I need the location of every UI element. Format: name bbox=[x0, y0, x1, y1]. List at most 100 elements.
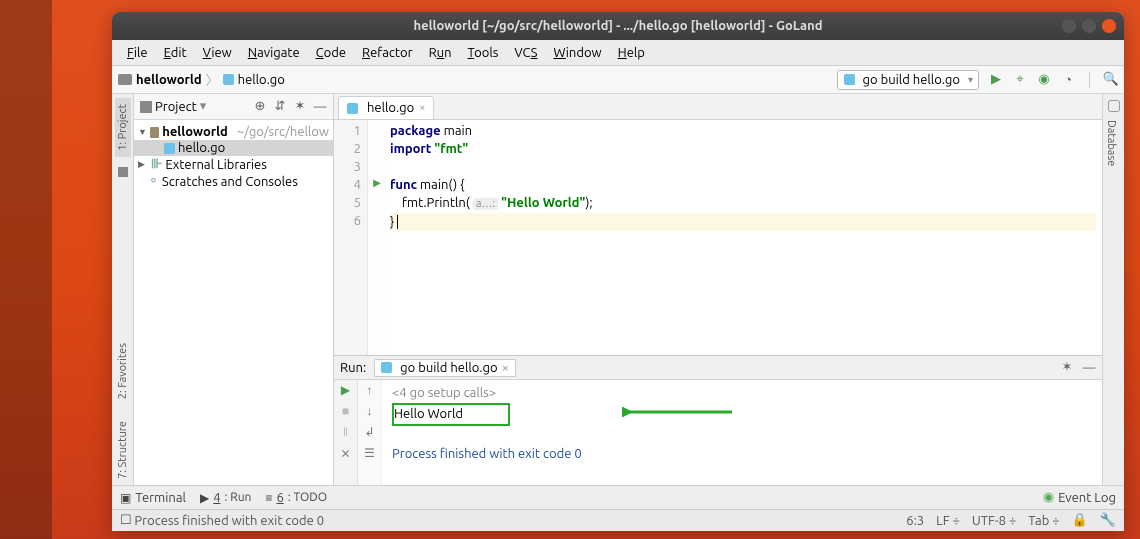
breadcrumb-project[interactable]: helloworld bbox=[136, 73, 202, 87]
go-file-icon bbox=[223, 74, 234, 85]
debug-icon[interactable]: ⌖ bbox=[1013, 73, 1027, 87]
tree-scratches[interactable]: ⚬Scratches and Consoles bbox=[134, 173, 333, 190]
line-num: 3 bbox=[334, 158, 361, 176]
run-config-select[interactable]: go build hello.go bbox=[837, 70, 979, 90]
close-button[interactable] bbox=[1102, 19, 1116, 33]
tree-scratch-label: Scratches and Consoles bbox=[162, 175, 298, 189]
line-num: 1 bbox=[334, 122, 361, 140]
tree-root[interactable]: ▼helloworld ~/go/src/hellow bbox=[134, 124, 333, 140]
line-num: 6 bbox=[334, 212, 361, 230]
tab-project[interactable]: 1: Project bbox=[115, 98, 131, 157]
caret-position[interactable]: 6:3 bbox=[906, 514, 924, 528]
database-icon[interactable] bbox=[1108, 100, 1120, 112]
separator bbox=[1089, 72, 1090, 88]
run-config-label: go build hello.go bbox=[863, 73, 960, 87]
menu-window[interactable]: Window bbox=[546, 44, 608, 62]
tab-icon[interactable] bbox=[118, 167, 128, 177]
menu-help[interactable]: Help bbox=[611, 44, 652, 62]
menu-tools[interactable]: Tools bbox=[461, 44, 506, 62]
coverage-icon[interactable]: ◉ bbox=[1037, 73, 1051, 87]
annotation-arrow bbox=[622, 398, 742, 428]
string: "Hello World" bbox=[501, 196, 585, 210]
scroll-icon[interactable]: ☰ bbox=[364, 446, 375, 460]
titlebar: helloworld [~/go/src/helloworld] - .../h… bbox=[112, 12, 1124, 40]
line-num: 5 bbox=[334, 194, 361, 212]
menubar: File Edit View Navigate Code Refactor Ru… bbox=[112, 40, 1124, 66]
menu-navigate[interactable]: Navigate bbox=[241, 44, 307, 62]
minimize-button[interactable] bbox=[1062, 19, 1076, 33]
code-area[interactable]: package main import "fmt" func main() { … bbox=[386, 120, 1102, 355]
tab-structure[interactable]: 7: Structure bbox=[115, 415, 131, 485]
hide-icon[interactable]: — bbox=[1082, 361, 1096, 375]
up-icon[interactable]: ↑ bbox=[367, 383, 373, 397]
code-editor[interactable]: 1 2 3 4 5 6 ▶ package main import "fmt" … bbox=[334, 120, 1102, 355]
collapse-icon[interactable]: ⇵ bbox=[273, 100, 287, 114]
down-icon[interactable]: ↓ bbox=[367, 404, 373, 418]
tab-eventlog[interactable]: ◉ Event Log bbox=[1043, 490, 1116, 505]
rerun-icon[interactable]: ▶ bbox=[341, 383, 350, 397]
tree-root-path: ~/go/src/hellow bbox=[237, 125, 329, 139]
search-icon[interactable]: 🔍 bbox=[1104, 73, 1118, 87]
tab-run[interactable]: ▶ 4: Run bbox=[200, 491, 251, 505]
tree-file-label: hello.go bbox=[178, 141, 225, 155]
status-icon: ☐ bbox=[120, 513, 132, 528]
folder-icon bbox=[150, 127, 159, 138]
tree-file-hello[interactable]: hello.go bbox=[134, 140, 333, 156]
tab-database[interactable]: Database bbox=[1103, 114, 1119, 172]
gear-icon[interactable]: ✶ bbox=[1060, 361, 1074, 375]
hide-icon[interactable]: — bbox=[313, 100, 327, 114]
breadcrumb-file[interactable]: hello.go bbox=[238, 73, 285, 87]
run-label: Run: bbox=[340, 361, 366, 375]
tree-external-libs[interactable]: ▶⊪External Libraries bbox=[134, 156, 333, 173]
bottom-tool-tabs: ▣ Terminal ▶ 4: Run ≡ 6: TODO ◉ Event Lo… bbox=[112, 485, 1124, 509]
menu-file[interactable]: File bbox=[120, 44, 155, 62]
eventlog-label: Event Log bbox=[1058, 491, 1116, 505]
gutter-markers: ▶ bbox=[368, 120, 386, 355]
left-tool-tabs: 1: Project 2: Favorites 7: Structure bbox=[112, 94, 134, 485]
editor-tab-hello[interactable]: hello.go × bbox=[338, 96, 434, 119]
wrap-icon[interactable]: ↲ bbox=[364, 425, 374, 439]
line-sep[interactable]: LF ÷ bbox=[936, 514, 960, 528]
main-area: 1: Project 2: Favorites 7: Structure Pro… bbox=[112, 94, 1124, 485]
close-tab-icon[interactable]: × bbox=[419, 102, 425, 114]
menu-edit[interactable]: Edit bbox=[157, 44, 194, 62]
menu-run[interactable]: Run bbox=[422, 44, 459, 62]
tab-terminal[interactable]: ▣ Terminal bbox=[120, 491, 186, 505]
profile-icon[interactable]: ◔ bbox=[1061, 73, 1075, 87]
tab-favorites[interactable]: 2: Favorites bbox=[115, 337, 131, 405]
stop-icon[interactable]: ■ bbox=[342, 404, 349, 418]
go-file-icon bbox=[381, 362, 392, 373]
line-num: 2 bbox=[334, 140, 361, 158]
terminal-label: Terminal bbox=[135, 491, 186, 505]
run-output[interactable]: <4 go setup calls> Hello World Process f… bbox=[382, 380, 1102, 485]
run-tool-column2: ↑ ↓ ↲ ☰ bbox=[358, 380, 382, 485]
menu-refactor[interactable]: Refactor bbox=[355, 44, 420, 62]
kw: func bbox=[390, 178, 417, 192]
tab-todo[interactable]: ≡ 6: TODO bbox=[265, 491, 327, 505]
pause-icon[interactable]: ‖ bbox=[343, 425, 348, 439]
run-panel: Run: go build hello.go × ✶ — ▶ ■ ‖ ⨯ ↑ bbox=[334, 355, 1102, 485]
run-tab[interactable]: go build hello.go × bbox=[374, 359, 516, 377]
run-tool-column: ▶ ■ ‖ ⨯ bbox=[334, 380, 358, 485]
maximize-button[interactable] bbox=[1082, 19, 1096, 33]
kw: import bbox=[390, 142, 431, 156]
exit-icon[interactable]: ⨯ bbox=[340, 446, 350, 460]
tools-icon[interactable]: 🔧 bbox=[1100, 513, 1116, 528]
encoding[interactable]: UTF-8 ÷ bbox=[972, 514, 1016, 528]
indent[interactable]: Tab ÷ bbox=[1028, 514, 1059, 528]
project-tree: ▼helloworld ~/go/src/hellow hello.go ▶⊪E… bbox=[134, 120, 333, 194]
menu-view[interactable]: View bbox=[196, 44, 239, 62]
status-message: Process finished with exit code 0 bbox=[134, 514, 324, 528]
menu-code[interactable]: Code bbox=[309, 44, 353, 62]
code-text: main bbox=[441, 124, 472, 138]
caret bbox=[397, 215, 401, 229]
project-icon bbox=[140, 101, 152, 113]
fold-line[interactable]: <4 go setup calls> bbox=[392, 384, 1092, 403]
target-icon[interactable]: ⊕ bbox=[253, 100, 267, 114]
menu-vcs[interactable]: VCS bbox=[507, 44, 544, 62]
run-gutter-icon[interactable]: ▶ bbox=[368, 174, 386, 192]
run-icon[interactable]: ▶ bbox=[989, 73, 1003, 87]
lock-icon[interactable]: 🔒 bbox=[1072, 513, 1088, 528]
kw: package bbox=[390, 124, 441, 138]
gear-icon[interactable]: ✶ bbox=[293, 100, 307, 114]
